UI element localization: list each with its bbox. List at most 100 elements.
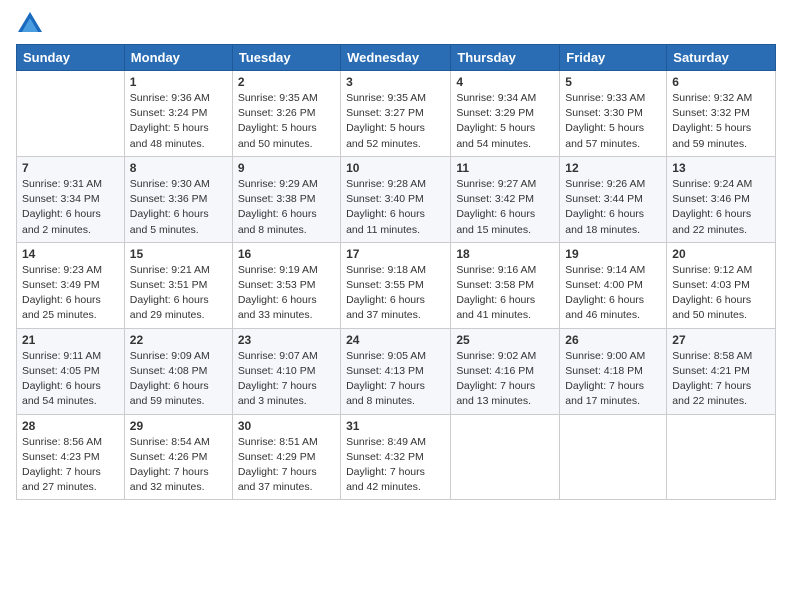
day-info: Sunrise: 9:14 AM Sunset: 4:00 PM Dayligh…: [565, 263, 661, 324]
day-info: Sunrise: 9:28 AM Sunset: 3:40 PM Dayligh…: [346, 177, 445, 238]
calendar-cell: 8Sunrise: 9:30 AM Sunset: 3:36 PM Daylig…: [124, 156, 232, 242]
calendar-cell: 14 Sunrise: 9:23 AM Sunset: 3:49 PM Dayli…: [17, 242, 125, 328]
day-info: Sunrise: 9:24 AM Sunset: 3:46 PM Dayligh…: [672, 177, 770, 238]
calendar-cell: 15Sunrise: 9:21 AM Sunset: 3:51 PM Dayli…: [124, 242, 232, 328]
header: [16, 10, 776, 38]
day-info: Sunrise: 8:56 AM Sunset: 4:23 PM Dayligh…: [22, 435, 119, 496]
calendar-cell: 21 Sunrise: 9:11 AM Sunset: 4:05 PM Dayli…: [17, 328, 125, 414]
calendar-cell: [667, 414, 776, 500]
calendar-cell: 22 Sunrise: 9:09 AM Sunset: 4:08 PM Dayli…: [124, 328, 232, 414]
day-number: 13: [672, 161, 770, 175]
calendar-cell: 17 Sunrise: 9:18 AM Sunset: 3:55 PM Dayli…: [341, 242, 451, 328]
calendar-cell: 11Sunrise: 9:27 AM Sunset: 3:42 PM Dayli…: [451, 156, 560, 242]
day-number: 26: [565, 333, 661, 347]
day-info: Sunrise: 9:35 AM Sunset: 3:27 PM Dayligh…: [346, 91, 445, 152]
logo-icon: [16, 10, 44, 38]
day-info: Sunrise: 9:00 AM Sunset: 4:18 PM Dayligh…: [565, 349, 661, 410]
calendar-week-row: 7 Sunrise: 9:31 AM Sunset: 3:34 PM Daylig…: [17, 156, 776, 242]
day-info: Sunrise: 9:09 AM Sunset: 4:08 PM Dayligh…: [130, 349, 227, 410]
day-number: 12: [565, 161, 661, 175]
calendar-cell: 16 Sunrise: 9:19 AM Sunset: 3:53 PM Dayli…: [232, 242, 340, 328]
day-info: Sunrise: 9:34 AM Sunset: 3:29 PM Dayligh…: [456, 91, 554, 152]
calendar-cell: 27 Sunrise: 8:58 AM Sunset: 4:21 PM Dayli…: [667, 328, 776, 414]
calendar-cell: [451, 414, 560, 500]
calendar-cell: 5 Sunrise: 9:33 AM Sunset: 3:30 PM Daylig…: [560, 71, 667, 157]
calendar-cell: 31 Sunrise: 8:49 AM Sunset: 4:32 PM Dayli…: [341, 414, 451, 500]
day-number: 29: [130, 419, 227, 433]
day-info: Sunrise: 9:23 AM Sunset: 3:49 PM Dayligh…: [22, 263, 119, 324]
weekday-header-sunday: Sunday: [17, 45, 125, 71]
day-info: Sunrise: 9:33 AM Sunset: 3:30 PM Dayligh…: [565, 91, 661, 152]
calendar-week-row: 1Sunrise: 9:36 AM Sunset: 3:24 PM Daylig…: [17, 71, 776, 157]
day-number: 21: [22, 333, 119, 347]
day-number: 28: [22, 419, 119, 433]
calendar-cell: 10Sunrise: 9:28 AM Sunset: 3:40 PM Dayli…: [341, 156, 451, 242]
day-number: 27: [672, 333, 770, 347]
day-number: 7: [22, 161, 119, 175]
logo: [16, 10, 48, 38]
calendar-cell: 24Sunrise: 9:05 AM Sunset: 4:13 PM Dayli…: [341, 328, 451, 414]
day-info: Sunrise: 9:05 AM Sunset: 4:13 PM Dayligh…: [346, 349, 445, 410]
day-number: 14: [22, 247, 119, 261]
day-number: 25: [456, 333, 554, 347]
calendar-cell: 6Sunrise: 9:32 AM Sunset: 3:32 PM Daylig…: [667, 71, 776, 157]
weekday-header-tuesday: Tuesday: [232, 45, 340, 71]
day-number: 31: [346, 419, 445, 433]
calendar-cell: 30 Sunrise: 8:51 AM Sunset: 4:29 PM Dayli…: [232, 414, 340, 500]
calendar-cell: [17, 71, 125, 157]
day-number: 16: [238, 247, 335, 261]
calendar-cell: 4 Sunrise: 9:34 AM Sunset: 3:29 PM Daylig…: [451, 71, 560, 157]
calendar-cell: 2 Sunrise: 9:35 AM Sunset: 3:26 PM Daylig…: [232, 71, 340, 157]
calendar-cell: [560, 414, 667, 500]
day-info: Sunrise: 9:21 AM Sunset: 3:51 PM Dayligh…: [130, 263, 227, 324]
day-info: Sunrise: 9:07 AM Sunset: 4:10 PM Dayligh…: [238, 349, 335, 410]
calendar-cell: 12 Sunrise: 9:26 AM Sunset: 3:44 PM Dayli…: [560, 156, 667, 242]
calendar-body: 1Sunrise: 9:36 AM Sunset: 3:24 PM Daylig…: [17, 71, 776, 500]
calendar-week-row: 28 Sunrise: 8:56 AM Sunset: 4:23 PM Dayli…: [17, 414, 776, 500]
day-info: Sunrise: 9:27 AM Sunset: 3:42 PM Dayligh…: [456, 177, 554, 238]
calendar-cell: 28 Sunrise: 8:56 AM Sunset: 4:23 PM Dayli…: [17, 414, 125, 500]
calendar-week-row: 21 Sunrise: 9:11 AM Sunset: 4:05 PM Dayli…: [17, 328, 776, 414]
calendar-cell: 13 Sunrise: 9:24 AM Sunset: 3:46 PM Dayli…: [667, 156, 776, 242]
calendar-cell: 7 Sunrise: 9:31 AM Sunset: 3:34 PM Daylig…: [17, 156, 125, 242]
calendar-cell: 23Sunrise: 9:07 AM Sunset: 4:10 PM Dayli…: [232, 328, 340, 414]
calendar-cell: 19 Sunrise: 9:14 AM Sunset: 4:00 PM Dayli…: [560, 242, 667, 328]
calendar-header: SundayMondayTuesdayWednesdayThursdayFrid…: [17, 45, 776, 71]
weekday-header-thursday: Thursday: [451, 45, 560, 71]
day-info: Sunrise: 8:49 AM Sunset: 4:32 PM Dayligh…: [346, 435, 445, 496]
day-number: 2: [238, 75, 335, 89]
weekday-header-monday: Monday: [124, 45, 232, 71]
day-info: Sunrise: 9:18 AM Sunset: 3:55 PM Dayligh…: [346, 263, 445, 324]
day-info: Sunrise: 9:12 AM Sunset: 4:03 PM Dayligh…: [672, 263, 770, 324]
day-number: 17: [346, 247, 445, 261]
day-number: 20: [672, 247, 770, 261]
calendar-cell: 29 Sunrise: 8:54 AM Sunset: 4:26 PM Dayli…: [124, 414, 232, 500]
day-number: 3: [346, 75, 445, 89]
day-number: 22: [130, 333, 227, 347]
day-info: Sunrise: 9:16 AM Sunset: 3:58 PM Dayligh…: [456, 263, 554, 324]
calendar-cell: 26 Sunrise: 9:00 AM Sunset: 4:18 PM Dayli…: [560, 328, 667, 414]
page: SundayMondayTuesdayWednesdayThursdayFrid…: [0, 0, 792, 612]
calendar-week-row: 14 Sunrise: 9:23 AM Sunset: 3:49 PM Dayli…: [17, 242, 776, 328]
calendar-cell: 20 Sunrise: 9:12 AM Sunset: 4:03 PM Dayli…: [667, 242, 776, 328]
day-info: Sunrise: 9:31 AM Sunset: 3:34 PM Dayligh…: [22, 177, 119, 238]
day-number: 19: [565, 247, 661, 261]
day-info: Sunrise: 9:11 AM Sunset: 4:05 PM Dayligh…: [22, 349, 119, 410]
day-number: 4: [456, 75, 554, 89]
day-info: Sunrise: 8:58 AM Sunset: 4:21 PM Dayligh…: [672, 349, 770, 410]
day-info: Sunrise: 9:35 AM Sunset: 3:26 PM Dayligh…: [238, 91, 335, 152]
calendar-cell: 9Sunrise: 9:29 AM Sunset: 3:38 PM Daylig…: [232, 156, 340, 242]
day-info: Sunrise: 9:29 AM Sunset: 3:38 PM Dayligh…: [238, 177, 335, 238]
day-info: Sunrise: 8:54 AM Sunset: 4:26 PM Dayligh…: [130, 435, 227, 496]
calendar-cell: 1Sunrise: 9:36 AM Sunset: 3:24 PM Daylig…: [124, 71, 232, 157]
weekday-header-row: SundayMondayTuesdayWednesdayThursdayFrid…: [17, 45, 776, 71]
day-info: Sunrise: 9:19 AM Sunset: 3:53 PM Dayligh…: [238, 263, 335, 324]
day-number: 8: [130, 161, 227, 175]
day-info: Sunrise: 9:26 AM Sunset: 3:44 PM Dayligh…: [565, 177, 661, 238]
day-info: Sunrise: 8:51 AM Sunset: 4:29 PM Dayligh…: [238, 435, 335, 496]
day-number: 30: [238, 419, 335, 433]
day-number: 5: [565, 75, 661, 89]
day-number: 18: [456, 247, 554, 261]
day-info: Sunrise: 9:32 AM Sunset: 3:32 PM Dayligh…: [672, 91, 770, 152]
calendar-table: SundayMondayTuesdayWednesdayThursdayFrid…: [16, 44, 776, 500]
